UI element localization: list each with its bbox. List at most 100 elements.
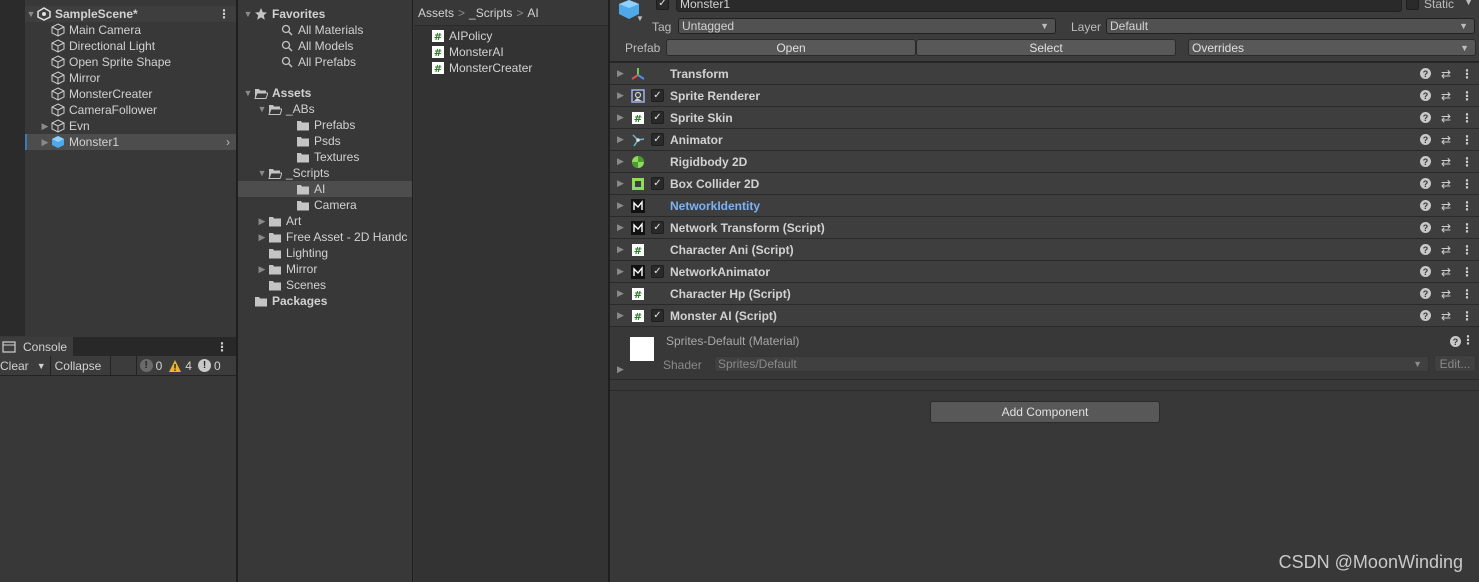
preset-icon[interactable]: ⇄ [1441, 287, 1451, 301]
breadcrumb-assets[interactable]: Assets [418, 6, 454, 20]
more-menu-icon[interactable]: ⋮ [1462, 333, 1474, 347]
more-menu-icon[interactable]: ⋮ [1461, 243, 1473, 257]
more-menu-icon[interactable]: ⋮ [1461, 177, 1473, 191]
preset-icon[interactable]: ⇄ [1441, 177, 1451, 191]
component-enabled-checkbox[interactable]: ✓ [651, 111, 664, 124]
info-count-toggle[interactable]: ! 0 [137, 356, 166, 376]
help-icon[interactable]: ? [1419, 222, 1431, 233]
hierarchy-item[interactable]: Open Sprite Shape [25, 54, 236, 70]
help-icon[interactable]: ? [1419, 112, 1431, 123]
prefab-open-button[interactable]: Open [666, 39, 916, 56]
more-menu-icon[interactable]: ⋮ [1461, 265, 1473, 279]
object-name-field[interactable]: Monster1 [676, 0, 1402, 12]
preset-icon[interactable]: ⇄ [1441, 265, 1451, 279]
console-menu-icon[interactable]: ⋮ [216, 340, 228, 354]
component-header[interactable]: ▶ # Character Ani (Script)? ⇄ ⋮ [610, 238, 1479, 260]
fold-down-icon[interactable]: ▼ [242, 8, 254, 20]
help-icon[interactable]: ? [1419, 310, 1431, 321]
preset-icon[interactable]: ⇄ [1441, 111, 1451, 125]
help-icon[interactable]: ? [1419, 266, 1431, 277]
component-enabled-checkbox[interactable]: ✓ [651, 89, 664, 102]
preset-icon[interactable]: ⇄ [1441, 89, 1451, 103]
component-header[interactable]: ▶ ✓ Animator? ⇄ ⋮ [610, 128, 1479, 150]
more-menu-icon[interactable]: ⋮ [1461, 199, 1473, 213]
fold-right-icon[interactable]: ▶ [617, 156, 624, 167]
fold-right-icon[interactable]: ▶ [617, 112, 624, 123]
project-tree-item[interactable]: ▼ Favorites [238, 6, 413, 22]
component-header[interactable]: ▶ ✓ Network Transform (Script)? ⇄ ⋮ [610, 216, 1479, 238]
project-tree-item[interactable]: All Materials [238, 22, 413, 38]
preset-icon[interactable]: ⇄ [1441, 221, 1451, 235]
component-enabled-checkbox[interactable]: ✓ [651, 177, 664, 190]
help-icon[interactable]: ? [1419, 90, 1431, 101]
divider[interactable] [412, 0, 413, 582]
error-count-toggle[interactable]: ! 0 [195, 356, 224, 376]
fold-right-icon[interactable]: ▶ [39, 120, 51, 132]
fold-down-icon[interactable]: ▼ [25, 8, 37, 20]
fold-right-icon[interactable]: ▶ [617, 222, 624, 233]
project-tree-item[interactable]: ▼ _Scripts [238, 165, 413, 181]
clear-dropdown-icon[interactable]: ▼ [37, 361, 46, 371]
preset-icon[interactable]: ⇄ [1441, 309, 1451, 323]
hierarchy-item[interactable]: Mirror [25, 70, 236, 86]
fold-right-icon[interactable]: ▶ [617, 200, 624, 211]
fold-right-icon[interactable]: ▶ [39, 136, 51, 148]
chevron-right-icon[interactable]: › [226, 135, 230, 149]
more-menu-icon[interactable]: ⋮ [1461, 155, 1473, 169]
more-menu-icon[interactable]: ⋮ [1461, 133, 1473, 147]
component-header[interactable]: ▶ # ✓ Sprite Skin? ⇄ ⋮ [610, 106, 1479, 128]
project-tree-item[interactable]: Lighting [238, 245, 413, 261]
project-tree-item[interactable]: Prefabs [238, 117, 413, 133]
cube-dropdown-icon[interactable]: ▼ [636, 14, 644, 23]
clear-button[interactable]: Clear ▼ [0, 355, 51, 376]
component-enabled-checkbox[interactable]: ✓ [651, 221, 664, 234]
project-tree-item[interactable]: ▶ Art [238, 213, 413, 229]
more-menu-icon[interactable]: ⋮ [1461, 221, 1473, 235]
warning-count-toggle[interactable]: 4 [165, 356, 195, 376]
shader-edit-button[interactable]: Edit... [1434, 355, 1476, 372]
preset-icon[interactable]: ⇄ [1441, 155, 1451, 169]
help-icon[interactable]: ? [1419, 200, 1431, 211]
preset-icon[interactable]: ⇄ [1441, 133, 1451, 147]
project-tree-item[interactable]: ▼ Assets [238, 85, 413, 101]
shader-dropdown[interactable]: Sprites/Default ▼ [714, 356, 1429, 372]
file-item[interactable]: # MonsterCreater [414, 60, 608, 76]
project-tree-item[interactable]: Textures [238, 149, 413, 165]
fold-right-icon[interactable]: ▶ [617, 310, 624, 321]
scene-menu-icon[interactable]: ⋮ [218, 7, 230, 21]
help-icon[interactable]: ? [1450, 336, 1461, 347]
more-menu-icon[interactable]: ⋮ [1461, 67, 1473, 81]
fold-down-icon[interactable]: ▼ [242, 87, 254, 99]
hierarchy-item[interactable]: Directional Light [25, 38, 236, 54]
more-menu-icon[interactable]: ⋮ [1461, 287, 1473, 301]
file-item[interactable]: # AIPolicy [414, 28, 608, 44]
component-header[interactable]: ▶ ✓ Box Collider 2D? ⇄ ⋮ [610, 172, 1479, 194]
breadcrumb-ai[interactable]: AI [527, 6, 538, 20]
fold-right-icon[interactable]: ▶ [617, 266, 624, 277]
breadcrumb-scripts[interactable]: _Scripts [469, 6, 512, 20]
fold-right-icon[interactable]: ▶ [617, 364, 624, 375]
help-icon[interactable]: ? [1419, 68, 1431, 79]
scene-row[interactable]: ▼ SampleScene* ⋮ [25, 6, 236, 22]
project-tree-item[interactable]: Scenes [238, 277, 413, 293]
console-log-area[interactable] [0, 377, 236, 582]
hierarchy-item[interactable]: ▶ Evn [25, 118, 236, 134]
more-menu-icon[interactable]: ⋮ [1461, 309, 1473, 323]
project-tree-item[interactable]: Packages [238, 293, 413, 309]
project-tree-item[interactable]: AI [238, 181, 413, 197]
hierarchy-item[interactable]: MonsterCreater [25, 86, 236, 102]
help-icon[interactable]: ? [1419, 288, 1431, 299]
fold-down-icon[interactable]: ▼ [256, 167, 268, 179]
project-tree-item[interactable]: ▼ _ABs [238, 101, 413, 117]
fold-right-icon[interactable]: ▶ [256, 215, 268, 227]
fold-right-icon[interactable]: ▶ [256, 263, 268, 275]
help-icon[interactable]: ? [1419, 134, 1431, 145]
component-header[interactable]: ▶ # ✓ Monster AI (Script)? ⇄ ⋮ [610, 304, 1479, 326]
fold-right-icon[interactable]: ▶ [617, 244, 624, 255]
fold-right-icon[interactable]: ▶ [617, 178, 624, 189]
project-tree-item[interactable]: ▶ Mirror [238, 261, 413, 277]
fold-down-icon[interactable]: ▼ [256, 103, 268, 115]
fold-right-icon[interactable]: ▶ [256, 231, 268, 243]
hierarchy-item[interactable]: CameraFollower [25, 102, 236, 118]
component-header[interactable]: ▶ ✓ Sprite Renderer? ⇄ ⋮ [610, 84, 1479, 106]
